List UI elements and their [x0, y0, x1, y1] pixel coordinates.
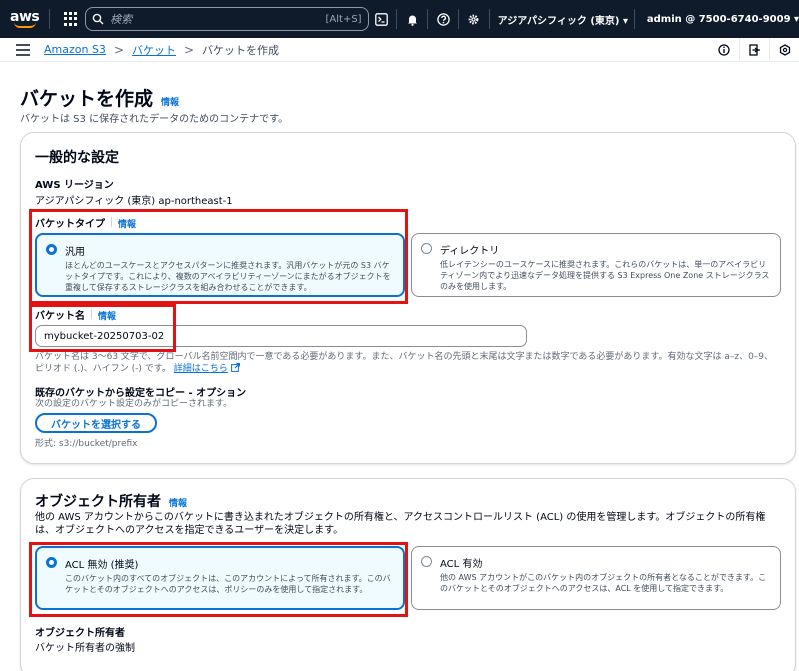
export-button[interactable] — [739, 38, 769, 62]
aws-smile-icon — [13, 22, 36, 28]
highlight-bucket-name — [29, 304, 176, 352]
settings-button[interactable] — [461, 0, 487, 38]
hexagon-icon — [779, 44, 790, 56]
general-settings-heading: 一般的な設定 — [35, 147, 119, 167]
divider — [49, 9, 51, 29]
acl-enabled-tile[interactable]: ACL 有効 他の AWS アカウントがこのバケット内のオブジェクトの所有者とな… — [411, 546, 781, 610]
object-owner-label: オブジェクト所有者 — [35, 628, 125, 639]
bucket-type-directory-tile[interactable]: ディレクトリ 低レイテンシーのユースケースに推奨されます。これらのバケットは、単… — [411, 233, 781, 297]
utility-icons — [709, 38, 799, 62]
format-hint: 形式: s3://bucket/prefix — [35, 439, 138, 449]
aws-logo[interactable]: aws — [8, 0, 41, 38]
page-info-link[interactable]: 情報 — [161, 95, 179, 108]
region-value: アジアパシフィック (東京) ap-northeast-1 — [35, 196, 233, 207]
page-title-text: バケットを作成 — [20, 88, 154, 110]
search-placeholder: 検索 — [110, 13, 133, 26]
search-shortcut: [Alt+S] — [325, 13, 362, 25]
copy-settings-label: 既存のバケットから設定をコピー - オプション — [35, 388, 247, 399]
help-icon — [436, 12, 450, 26]
object-owner-value: バケット所有者の強制 — [35, 643, 135, 654]
copy-settings-hint: 次の設定のバケット設定のみがコピーされます。 — [35, 399, 233, 409]
feedback-button[interactable] — [769, 38, 799, 62]
bucket-type-title: ディレクトリ — [440, 246, 500, 257]
cloudshell-icon — [375, 12, 388, 26]
account-menu[interactable]: admin @ 7500-6740-9009 ▾ — [647, 14, 799, 25]
choose-bucket-button[interactable]: バケットを選択する — [35, 413, 157, 433]
radio-unselected-icon[interactable] — [421, 243, 432, 254]
bucket-name-hint: バケット名は 3～63 文字で、グローバル名前空間内で一意である必要があります。… — [35, 351, 777, 375]
region-selector[interactable]: アジアパシフィック (東京) ▾ — [498, 12, 628, 27]
ownership-option-description: 他の AWS アカウントがこのバケット内のオブジェクトの所有者となることができま… — [440, 573, 767, 593]
bucket-type-description: 低レイテンシーのユースケースに推奨されます。これらのバケットは、単一のアベイラビ… — [440, 260, 770, 291]
cloudshell-button[interactable] — [369, 0, 395, 38]
bucket-name-hint-text: バケット名は 3～63 文字で、グローバル名前空間内で一意である必要があります。… — [35, 352, 774, 374]
region-label: AWS リージョン — [35, 180, 114, 191]
breadcrumb-amazon-s3[interactable]: Amazon S3 — [44, 43, 106, 56]
top-navigation: aws 検索 [Alt+S] アジアパシフィック (東京) ▾ admin @ … — [0, 0, 799, 38]
search-input[interactable]: 検索 [Alt+S] — [85, 7, 369, 31]
divider — [633, 9, 635, 29]
general-settings-heading-text: 一般的な設定 — [35, 150, 119, 166]
breadcrumb-bar: Amazon S3 > バケット > バケットを作成 — [0, 38, 799, 62]
info-panel-button[interactable] — [709, 38, 739, 62]
chevron-right-icon: > — [113, 42, 124, 57]
highlight-bucket-type — [29, 209, 408, 304]
bell-icon — [407, 15, 417, 26]
breadcrumb: Amazon S3 > バケット > バケットを作成 — [44, 42, 279, 58]
breadcrumb-buckets[interactable]: バケット — [132, 42, 176, 58]
radio-unselected-icon[interactable] — [421, 556, 432, 567]
breadcrumb-current: バケットを作成 — [202, 43, 280, 57]
divider — [396, 9, 398, 29]
info-icon — [718, 44, 730, 56]
divider — [427, 9, 429, 29]
page-title: バケットを作成 情報 — [20, 84, 179, 111]
divider — [457, 9, 459, 29]
search-icon — [92, 13, 104, 25]
export-icon — [748, 44, 760, 56]
page-description: バケットは S3 に保存されたデータのためのコンテナです。 — [20, 114, 289, 125]
highlight-acl-disabled — [29, 542, 408, 617]
services-grid-icon[interactable] — [64, 12, 78, 26]
external-link-icon — [230, 363, 240, 372]
object-ownership-description: 他の AWS アカウントからこのバケットに書き込まれたオブジェクトの所有権と、ア… — [35, 512, 766, 536]
object-ownership-heading-text: オブジェクト所有者 — [35, 494, 161, 510]
object-ownership-heading: オブジェクト所有者 情報 — [35, 491, 187, 511]
ownership-option-title: ACL 有効 — [440, 559, 483, 570]
divider — [488, 9, 490, 29]
chevron-right-icon: > — [184, 42, 195, 57]
notifications-button[interactable] — [399, 0, 425, 38]
menu-icon[interactable] — [16, 43, 30, 56]
learn-more-link[interactable]: 詳細はこちら — [174, 364, 228, 374]
help-button[interactable] — [430, 0, 456, 38]
object-ownership-info-link[interactable]: 情報 — [169, 496, 187, 509]
gear-icon — [468, 14, 479, 24]
